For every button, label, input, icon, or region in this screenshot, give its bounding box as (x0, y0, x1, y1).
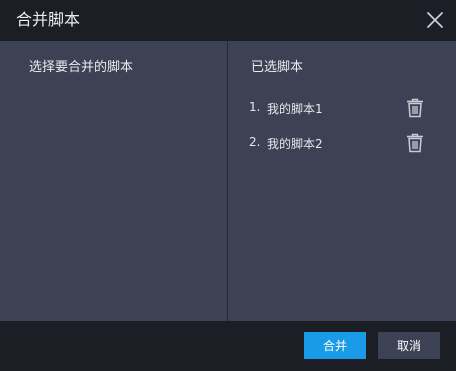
list-item-index: 1. (249, 100, 261, 114)
delete-script-button[interactable] (406, 98, 424, 118)
merge-button[interactable]: 合并 (304, 332, 366, 359)
list-item: 2. 我的脚本2 (228, 129, 456, 157)
list-item-index: 2. (249, 135, 261, 149)
dialog-footer: 合并 取消 (0, 321, 456, 371)
trash-icon (407, 133, 423, 153)
close-icon (427, 12, 443, 28)
dialog-title: 合并脚本 (16, 10, 81, 29)
available-scripts-title: 选择要合并的脚本 (29, 60, 134, 75)
selected-scripts-title: 已选脚本 (251, 60, 304, 75)
trash-icon (407, 98, 423, 118)
list-item-name: 我的脚本2 (267, 137, 323, 151)
merge-scripts-dialog: 合并脚本 选择要合并的脚本 已选脚本 1. 我的脚本1 2. 我的脚本2 合并 … (0, 0, 456, 371)
list-item: 1. 我的脚本1 (228, 94, 456, 122)
selected-scripts-panel: 已选脚本 1. 我的脚本1 2. 我的脚本2 (228, 41, 456, 321)
cancel-button[interactable]: 取消 (378, 332, 440, 359)
title-bar: 合并脚本 (0, 0, 456, 40)
available-scripts-panel: 选择要合并的脚本 (0, 41, 227, 321)
list-item-name: 我的脚本1 (267, 102, 323, 116)
close-button[interactable] (426, 11, 444, 29)
panels: 选择要合并的脚本 已选脚本 1. 我的脚本1 2. 我的脚本2 (0, 41, 456, 321)
delete-script-button[interactable] (406, 133, 424, 153)
